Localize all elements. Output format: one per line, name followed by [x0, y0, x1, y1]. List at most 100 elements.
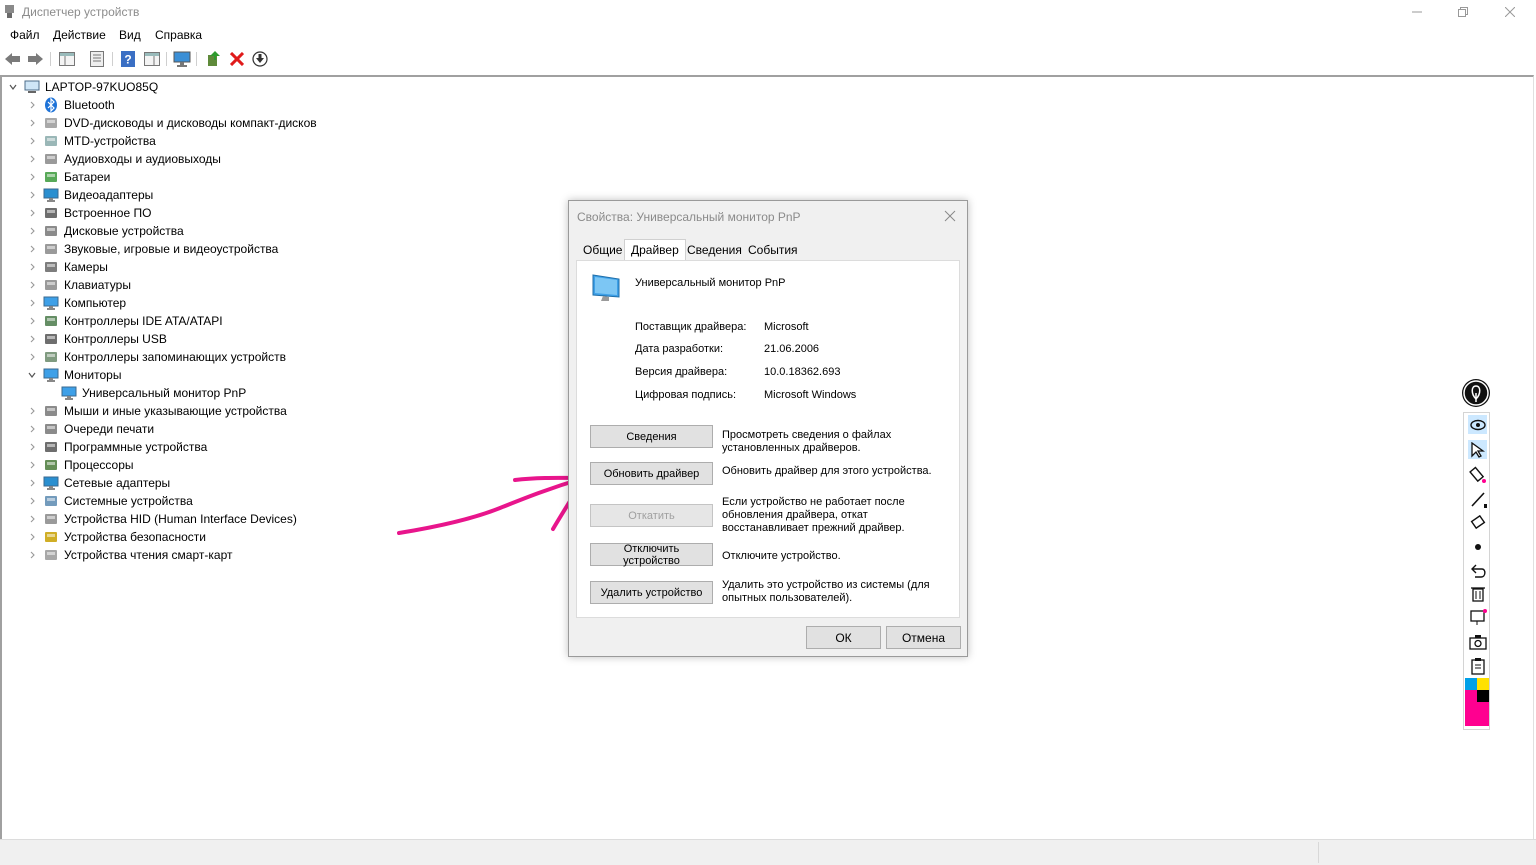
color-swatch-black[interactable] [1477, 690, 1489, 702]
annotation-app-logo[interactable] [1462, 379, 1490, 407]
tree-category-item[interactable]: Встроенное ПО [0, 204, 330, 222]
tree-category-item[interactable]: Аудиовходы и аудиовыходы [0, 150, 330, 168]
toggle-visibility-tool[interactable] [1468, 415, 1487, 434]
tab-driver[interactable]: Драйвер [624, 239, 686, 261]
tree-category-item[interactable]: Мониторы [0, 366, 330, 384]
tree-child-item[interactable]: Универсальный монитор PnP [0, 384, 330, 402]
tree-category-item[interactable]: Компьютер [0, 294, 330, 312]
chevron-right-icon[interactable] [27, 280, 37, 290]
chevron-right-icon[interactable] [27, 442, 37, 452]
tree-category-item[interactable]: Контроллеры запоминающих устройств [0, 348, 330, 366]
tree-category-item[interactable]: Контроллеры USB [0, 330, 330, 348]
chevron-right-icon[interactable] [27, 532, 37, 542]
menu-view[interactable]: Вид [119, 28, 141, 42]
color-swatch-magenta[interactable] [1465, 690, 1477, 702]
undo-tool[interactable] [1468, 561, 1487, 580]
chevron-right-icon[interactable] [27, 190, 37, 200]
forward-button[interactable] [26, 50, 44, 68]
scan-hardware-button[interactable] [173, 50, 191, 68]
restore-button[interactable] [1440, 0, 1486, 24]
tree-category-item[interactable]: Процессоры [0, 456, 330, 474]
tree-root-node[interactable]: LAPTOP-97KUO85Q [0, 78, 300, 96]
menu-help[interactable]: Справка [155, 28, 202, 42]
chevron-right-icon[interactable] [27, 172, 37, 182]
tree-category-item[interactable]: Звуковые, игровые и видеоустройства [0, 240, 330, 258]
tree-category-item[interactable]: Устройства HID (Human Interface Devices) [0, 510, 330, 528]
color-swatch-yellow[interactable] [1477, 678, 1489, 690]
chevron-right-icon[interactable] [27, 262, 37, 272]
chevron-right-icon[interactable] [27, 352, 37, 362]
chevron-down-icon[interactable] [27, 370, 37, 380]
tree-category-item[interactable]: Устройства безопасности [0, 528, 330, 546]
tree-category-item[interactable]: Очереди печати [0, 420, 330, 438]
tree-category-item[interactable]: Дисковые устройства [0, 222, 330, 240]
tree-category-item[interactable]: Контроллеры IDE ATA/ATAPI [0, 312, 330, 330]
tree-category-item[interactable]: Программные устройства [0, 438, 330, 456]
disable-device-button[interactable]: Отключить устройство [590, 543, 713, 567]
chevron-right-icon[interactable] [27, 298, 37, 308]
tree-category-item[interactable]: Мыши и иные указывающие устройства [0, 402, 330, 420]
console-tree-button[interactable] [58, 50, 76, 68]
help-button[interactable]: ? [119, 50, 137, 68]
chevron-right-icon[interactable] [27, 550, 37, 560]
ok-button[interactable]: ОК [806, 626, 881, 649]
cancel-button[interactable]: Отмена [886, 626, 961, 649]
update-driver-button[interactable]: Обновить драйвер [590, 462, 713, 485]
tree-category-item[interactable]: Батареи [0, 168, 330, 186]
clear-tool[interactable] [1468, 584, 1487, 603]
dialog-close-icon[interactable] [943, 209, 957, 223]
whiteboard-tool[interactable] [1468, 608, 1487, 627]
tab-details[interactable]: Сведения [687, 243, 742, 257]
tree-category-item[interactable]: Видеоадаптеры [0, 186, 330, 204]
tab-general[interactable]: Общие [583, 243, 622, 257]
tree-category-item[interactable]: Сетевые адаптеры [0, 474, 330, 492]
chevron-right-icon[interactable] [27, 478, 37, 488]
highlighter-tool[interactable] [1468, 465, 1487, 484]
cursor-tool[interactable] [1468, 440, 1487, 459]
update-driver-button[interactable] [204, 50, 222, 68]
uninstall-device-button[interactable]: Удалить устройство [590, 581, 713, 604]
close-button[interactable] [1487, 0, 1533, 24]
clipboard-tool[interactable] [1468, 656, 1487, 675]
chevron-right-icon[interactable] [27, 334, 37, 344]
tree-category-item[interactable]: DVD-дисководы и дисководы компакт-дисков [0, 114, 330, 132]
tab-events[interactable]: События [748, 243, 798, 257]
chevron-right-icon[interactable] [27, 244, 37, 254]
chevron-right-icon[interactable] [27, 118, 37, 128]
enable-device-button[interactable] [251, 50, 269, 68]
tree-category-item[interactable]: Камеры [0, 258, 330, 276]
chevron-right-icon[interactable] [27, 406, 37, 416]
chevron-right-icon[interactable] [27, 316, 37, 326]
chevron-right-icon[interactable] [27, 100, 37, 110]
uninstall-button[interactable] [228, 50, 246, 68]
pen-tool[interactable] [1468, 489, 1487, 508]
tree-category-item[interactable]: Устройства чтения смарт-карт [0, 546, 330, 564]
eraser-tool[interactable] [1468, 513, 1487, 532]
current-color-swatch[interactable] [1465, 702, 1489, 726]
chevron-right-icon[interactable] [27, 496, 37, 506]
brush-size-tool[interactable] [1468, 537, 1487, 556]
chevron-right-icon[interactable] [27, 154, 37, 164]
minimize-button[interactable] [1394, 0, 1440, 24]
properties-button[interactable] [88, 50, 106, 68]
tree-category-item[interactable]: Bluetooth [0, 96, 330, 114]
menu-file[interactable]: Файл [10, 28, 40, 42]
tree-category-item[interactable]: Системные устройства [0, 492, 330, 510]
color-palette[interactable] [1465, 678, 1489, 726]
chevron-right-icon[interactable] [27, 208, 37, 218]
tree-category-item[interactable]: MTD-устройства [0, 132, 330, 150]
chevron-right-icon[interactable] [27, 424, 37, 434]
color-swatch-cyan[interactable] [1465, 678, 1477, 690]
chevron-right-icon[interactable] [27, 226, 37, 236]
action-pane-button[interactable] [143, 50, 161, 68]
back-button[interactable] [4, 50, 22, 68]
tree-category-item[interactable]: Клавиатуры [0, 276, 330, 294]
menu-action[interactable]: Действие [53, 28, 106, 42]
screenshot-tool[interactable] [1468, 632, 1487, 651]
chevron-down-icon[interactable] [8, 82, 18, 92]
roll-back-driver-button[interactable]: Откатить [590, 504, 713, 527]
chevron-right-icon[interactable] [27, 460, 37, 470]
driver-details-button[interactable]: Сведения [590, 425, 713, 448]
chevron-right-icon[interactable] [27, 136, 37, 146]
chevron-right-icon[interactable] [27, 514, 37, 524]
